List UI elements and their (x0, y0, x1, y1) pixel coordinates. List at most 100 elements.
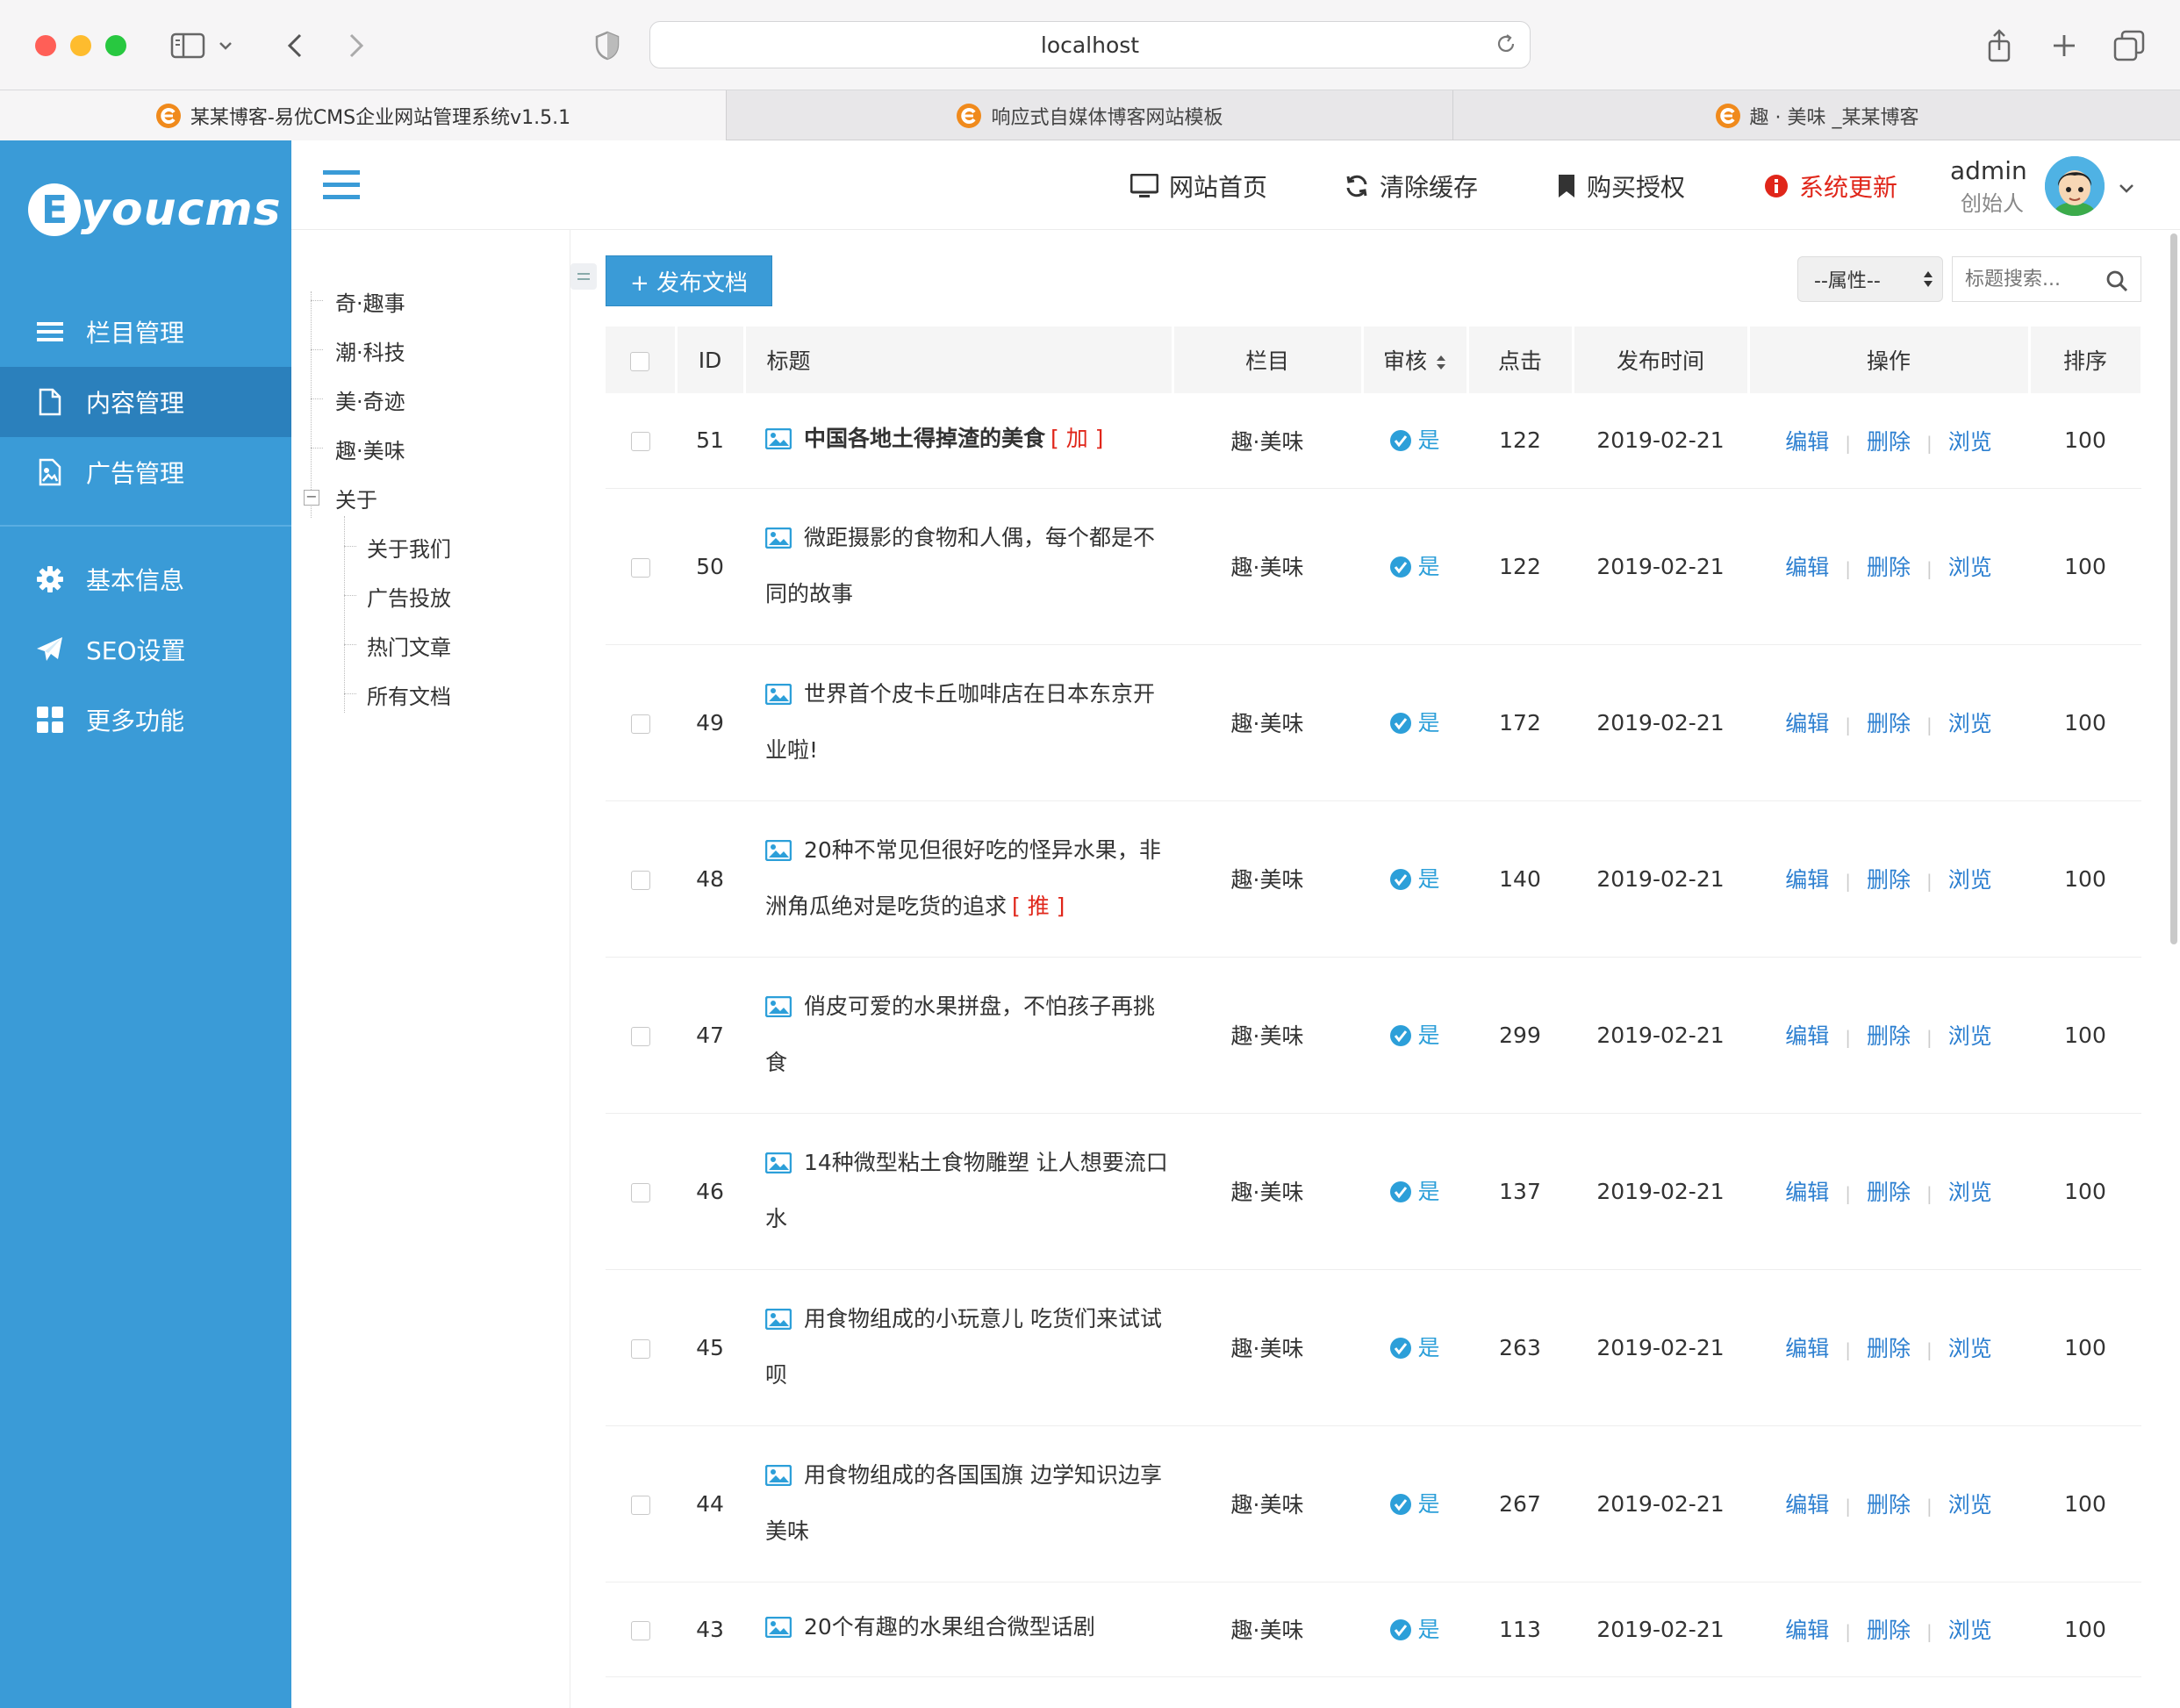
edit-link[interactable]: 编辑 (1785, 555, 1829, 580)
attribute-select[interactable]: --属性-- (1797, 256, 1943, 302)
tree-collapse-toggle[interactable]: − (304, 490, 319, 506)
tree-item-about-us[interactable]: 关于我们 (367, 532, 451, 563)
row-title-link[interactable]: 微距摄影的食物和人偶，每个都是不同的故事 (765, 525, 1155, 606)
view-link[interactable]: 浏览 (1948, 1618, 1992, 1643)
row-audit-cell[interactable]: 是 (1362, 644, 1467, 801)
row-checkbox[interactable] (631, 714, 650, 734)
view-link[interactable]: 浏览 (1948, 1023, 1992, 1049)
tab-food-category[interactable]: 趣 · 美味 _某某博客 (1453, 90, 2180, 141)
nav-buy-license[interactable]: 购买授权 (1557, 167, 1685, 205)
row-title-link[interactable]: 世界首个皮卡丘咖啡店在日本东京开业啦! (765, 681, 1155, 763)
row-checkbox[interactable] (631, 1338, 650, 1359)
row-audit-cell[interactable]: 是 (1362, 957, 1467, 1114)
edit-link[interactable]: 编辑 (1785, 429, 1829, 455)
tree-item-mei-qiji[interactable]: 美·奇迹 (335, 384, 405, 415)
scrollbar[interactable] (2168, 230, 2180, 1708)
view-link[interactable]: 浏览 (1948, 555, 1992, 580)
nav-site-home[interactable]: 网站首页 (1130, 167, 1267, 205)
delete-link[interactable]: 删除 (1867, 429, 1911, 455)
row-checkbox[interactable] (631, 1182, 650, 1202)
address-bar[interactable]: localhost (649, 21, 1531, 68)
hamburger-menu-icon[interactable] (323, 169, 360, 204)
view-link[interactable]: 浏览 (1948, 1336, 1992, 1361)
row-title-link[interactable]: 俏皮可爱的水果拼盘，不怕孩子再挑食 (765, 994, 1155, 1075)
new-tab-plus-icon[interactable] (2041, 23, 2087, 68)
scrollbar-thumb[interactable] (2170, 233, 2177, 944)
delete-link[interactable]: 删除 (1867, 1023, 1911, 1049)
reload-icon[interactable] (1495, 32, 1517, 61)
row-title-link[interactable]: 20个有趣的水果组合微型话剧 (804, 1614, 1095, 1640)
edit-link[interactable]: 编辑 (1785, 867, 1829, 893)
minimize-window-button[interactable] (70, 35, 91, 56)
sidebar-item-seo[interactable]: SEO设置 (0, 614, 291, 685)
tree-item-qu-meiwei[interactable]: 趣·美味 (335, 434, 405, 464)
row-audit-cell[interactable]: 是 (1362, 1425, 1467, 1582)
sidebar-item-more[interactable]: 更多功能 (0, 685, 291, 755)
sidebar-item-content[interactable]: 内容管理 (0, 367, 291, 437)
admin-name[interactable]: admin (1950, 156, 2027, 185)
edit-link[interactable]: 编辑 (1785, 1618, 1829, 1643)
tab-cms-admin[interactable]: 某某博客-易优CMS企业网站管理系统v1.5.1 (0, 90, 727, 141)
share-icon[interactable] (1976, 23, 2022, 68)
tree-item-all-documents[interactable]: 所有文档 (367, 679, 451, 710)
column-header-audit[interactable]: 审核 (1362, 327, 1469, 393)
tree-item-qu-shi[interactable]: 奇·趣事 (335, 286, 405, 317)
delete-link[interactable]: 删除 (1867, 555, 1911, 580)
publish-document-button[interactable]: + 发布文档 (606, 255, 772, 306)
row-audit-cell[interactable]: 是 (1362, 1269, 1467, 1426)
search-icon[interactable] (2105, 269, 2128, 296)
tree-item-ad-placement[interactable]: 广告投放 (367, 581, 451, 612)
close-window-button[interactable] (35, 35, 56, 56)
edit-link[interactable]: 编辑 (1785, 1023, 1829, 1049)
row-title-link[interactable]: 用食物组成的小玩意儿 吃货们来试试呗 (765, 1306, 1162, 1388)
row-checkbox[interactable] (631, 1620, 650, 1640)
delete-link[interactable]: 删除 (1867, 867, 1911, 893)
delete-link[interactable]: 删除 (1867, 1492, 1911, 1518)
row-audit-cell[interactable]: 是 (1362, 488, 1467, 645)
edit-link[interactable]: 编辑 (1785, 1492, 1829, 1518)
row-audit-cell[interactable]: 是 (1362, 800, 1467, 958)
delete-link[interactable]: 删除 (1867, 1618, 1911, 1643)
view-link[interactable]: 浏览 (1948, 867, 1992, 893)
tree-item-hot-articles[interactable]: 热门文章 (367, 630, 451, 661)
edit-link[interactable]: 编辑 (1785, 711, 1829, 736)
tab-blog-template[interactable]: 响应式自媒体博客网站模板 (727, 90, 1453, 141)
avatar[interactable] (2045, 156, 2105, 216)
row-checkbox[interactable] (631, 1495, 650, 1515)
logo[interactable]: E youcms (25, 179, 282, 240)
row-title-link[interactable]: 20种不常见但很好吃的怪异水果，非洲角瓜绝对是吃货的追求 (765, 837, 1161, 919)
chevron-down-icon[interactable] (2119, 181, 2134, 197)
sidebar-item-columns[interactable]: 栏目管理 (0, 297, 291, 367)
select-all-checkbox[interactable] (630, 351, 650, 371)
edit-link[interactable]: 编辑 (1785, 1336, 1829, 1361)
chevron-down-icon[interactable] (212, 23, 239, 68)
tree-item-about[interactable]: 关于 (335, 483, 377, 513)
delete-link[interactable]: 删除 (1867, 711, 1911, 736)
sidebar-item-ads[interactable]: 广告管理 (0, 437, 291, 507)
row-audit-cell[interactable]: 是 (1362, 393, 1467, 489)
panel-collapse-handle[interactable] (570, 263, 597, 290)
row-audit-cell[interactable]: 是 (1362, 1582, 1467, 1677)
row-checkbox[interactable] (631, 557, 650, 578)
nav-clear-cache[interactable]: 清除缓存 (1345, 167, 1478, 205)
row-title-link[interactable]: 14种微型粘土食物雕塑 让人想要流口水 (765, 1150, 1168, 1231)
tab-overview-icon[interactable] (2106, 23, 2152, 68)
title-search-input[interactable] (1963, 267, 2104, 291)
row-checkbox[interactable] (631, 1026, 650, 1046)
edit-link[interactable]: 编辑 (1785, 1180, 1829, 1205)
view-link[interactable]: 浏览 (1948, 711, 1992, 736)
row-checkbox[interactable] (631, 432, 650, 452)
row-title-link[interactable]: 中国各地土得掉渣的美食 (804, 426, 1045, 451)
sidebar-toggle-icon[interactable] (165, 23, 211, 68)
view-link[interactable]: 浏览 (1948, 1180, 1992, 1205)
view-link[interactable]: 浏览 (1948, 429, 1992, 455)
nav-system-update[interactable]: 系统更新 (1764, 167, 1897, 205)
row-checkbox[interactable] (631, 870, 650, 890)
row-title-link[interactable]: 用食物组成的各国国旗 边学知识边享美味 (765, 1462, 1162, 1544)
delete-link[interactable]: 删除 (1867, 1336, 1911, 1361)
sidebar-item-basic-info[interactable]: 基本信息 (0, 544, 291, 614)
row-audit-cell[interactable]: 是 (1362, 1113, 1467, 1270)
forward-arrow-icon[interactable] (333, 23, 379, 68)
tree-item-chao-keji[interactable]: 潮·科技 (335, 335, 405, 366)
delete-link[interactable]: 删除 (1867, 1180, 1911, 1205)
